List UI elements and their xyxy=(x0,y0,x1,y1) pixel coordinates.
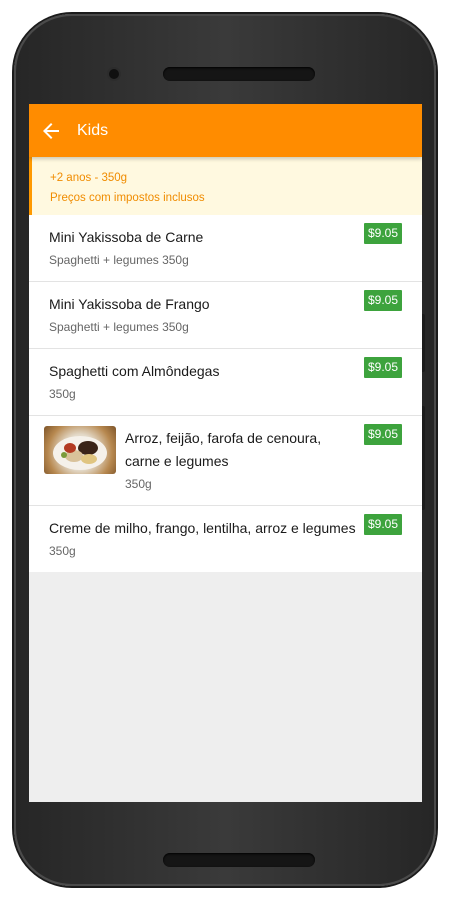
item-description: Spaghetti + legumes 350g xyxy=(49,253,189,267)
item-name: Spaghetti com Almôndegas xyxy=(49,363,220,379)
item-name: Mini Yakissoba de Carne xyxy=(49,229,204,245)
list-item[interactable]: Mini Yakissoba de Carne Spaghetti + legu… xyxy=(29,215,422,282)
list-item[interactable]: Creme de milho, frango, lentilha, arroz … xyxy=(29,506,422,572)
item-description: 350g xyxy=(125,477,152,491)
item-description: Spaghetti + legumes 350g xyxy=(49,320,189,334)
top-speaker xyxy=(163,67,315,81)
price-badge: $9.05 xyxy=(363,223,402,244)
arrow-left-icon[interactable] xyxy=(39,119,63,143)
info-banner: +2 anos - 350g Preços com impostos inclu… xyxy=(29,157,422,215)
list-item[interactable]: Arroz, feijão, farofa de cenoura, carne … xyxy=(29,416,422,506)
item-name: Arroz, feijão, farofa de cenoura, carne … xyxy=(125,430,322,469)
app-screen: Kids +2 anos - 350g Preços com impostos … xyxy=(29,104,422,802)
item-name: Mini Yakissoba de Frango xyxy=(49,296,210,312)
price-badge: $9.05 xyxy=(363,424,402,445)
list-item[interactable]: Mini Yakissoba de Frango Spaghetti + leg… xyxy=(29,282,422,349)
price-badge: $9.05 xyxy=(363,514,402,535)
price-badge: $9.05 xyxy=(363,290,402,311)
menu-list: Mini Yakissoba de Carne Spaghetti + legu… xyxy=(29,215,422,572)
item-description: 350g xyxy=(49,387,76,401)
bottom-speaker xyxy=(163,853,315,867)
app-bar: Kids xyxy=(29,104,422,157)
front-camera xyxy=(109,69,119,79)
dish-photo xyxy=(44,426,116,474)
page-title: Kids xyxy=(77,121,109,139)
list-item[interactable]: Spaghetti com Almôndegas 350g $9.05 xyxy=(29,349,422,416)
price-badge: $9.05 xyxy=(363,357,402,378)
item-name: Creme de milho, frango, lentilha, arroz … xyxy=(49,520,356,536)
info-tax-text: Preços com impostos inclusos xyxy=(50,192,205,204)
item-description: 350g xyxy=(49,544,76,558)
info-portion-text: +2 anos - 350g xyxy=(50,172,128,184)
